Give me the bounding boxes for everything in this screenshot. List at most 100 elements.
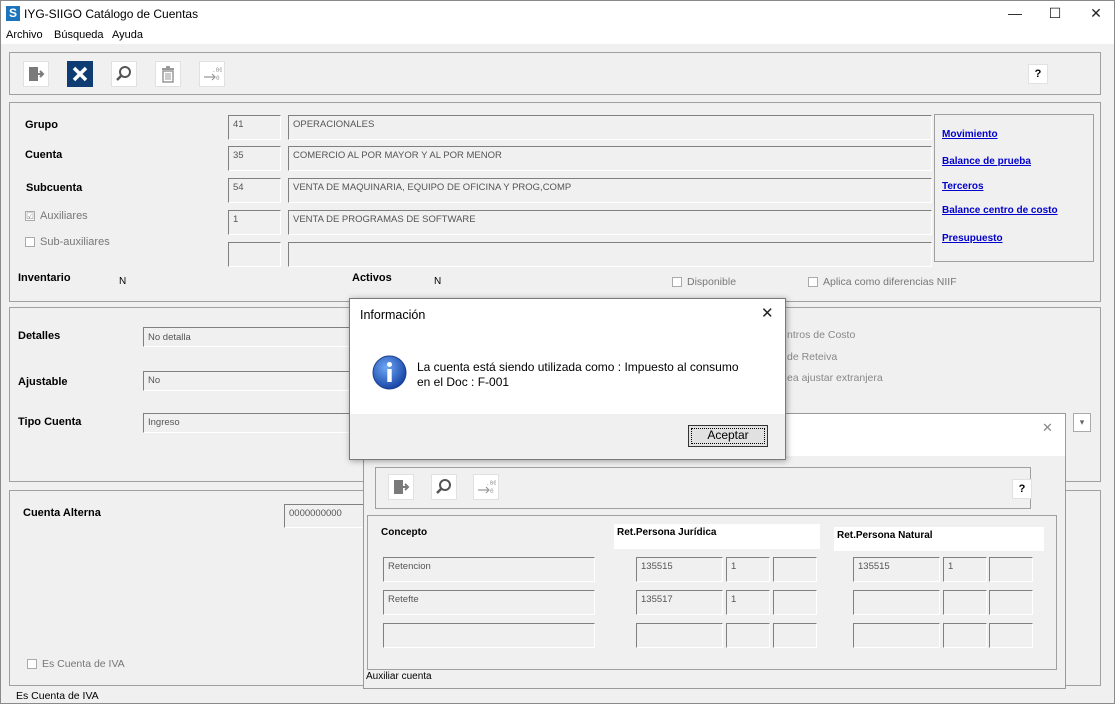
- jur-cuenta-field[interactable]: 135517: [636, 590, 723, 615]
- concepto-field[interactable]: [383, 623, 595, 648]
- menu-busqueda[interactable]: Búsqueda: [54, 29, 104, 41]
- nat-aux-field[interactable]: [943, 623, 987, 648]
- concepto-field[interactable]: Retefte: [383, 590, 595, 615]
- minimize-button[interactable]: —: [997, 1, 1033, 26]
- subaux-code-field[interactable]: [228, 242, 281, 267]
- exit-button[interactable]: [23, 61, 49, 87]
- main-window: S IYG-SIIGO Catálogo de Cuentas — ☐ ✕ Ar…: [0, 0, 1115, 704]
- transfer-button[interactable]: .00 0: [199, 61, 225, 87]
- concepto-field[interactable]: Retencion: [383, 557, 595, 582]
- subcuenta-name-field[interactable]: VENTA DE MAQUINARIA, EQUIPO DE OFICINA Y…: [288, 178, 932, 203]
- cuenta-code-field[interactable]: 35: [228, 146, 281, 171]
- presupuesto-link[interactable]: Presupuesto: [942, 233, 1003, 244]
- delete-button[interactable]: [155, 61, 181, 87]
- sub-exit-button[interactable]: [388, 474, 414, 500]
- x-icon: [72, 66, 88, 82]
- cuenta-label: Cuenta: [25, 149, 63, 161]
- auxiliar-name-field[interactable]: VENTA DE PROGRAMAS DE SOFTWARE: [288, 210, 932, 235]
- trash-icon: [162, 66, 174, 83]
- search-icon: [116, 66, 131, 81]
- jur-sub-field[interactable]: [773, 590, 817, 615]
- menu-bar: Archivo Búsqueda Ayuda: [1, 26, 1114, 44]
- nat-aux-field[interactable]: [943, 590, 987, 615]
- menu-ayuda[interactable]: Ayuda: [112, 29, 143, 41]
- jur-aux-field[interactable]: 1: [726, 590, 770, 615]
- centros-costo-option[interactable]: ntros de Costo: [787, 329, 855, 341]
- reteiva-option[interactable]: de Reteiva: [787, 351, 837, 363]
- grupo-code-field[interactable]: 41: [228, 115, 281, 140]
- subwindow-toolbar: .00 0 ?: [375, 467, 1032, 509]
- svg-text:0: 0: [490, 488, 494, 495]
- menu-archivo[interactable]: Archivo: [6, 29, 43, 41]
- ajustar-extranjera-option[interactable]: ea ajustar extranjera: [787, 372, 883, 384]
- close-window-button[interactable]: ✕: [1078, 1, 1114, 26]
- grupo-name-field[interactable]: OPERACIONALES: [288, 115, 932, 140]
- inventario-label: Inventario: [18, 272, 71, 284]
- maximize-button[interactable]: ☐: [1037, 1, 1073, 26]
- dialog-title: Información: [360, 308, 426, 322]
- cancel-button[interactable]: [67, 61, 93, 87]
- activos-value: N: [434, 276, 442, 287]
- sub-transfer-button[interactable]: .00 0: [473, 474, 499, 500]
- jur-cuenta-field[interactable]: [636, 623, 723, 648]
- nat-sub-field[interactable]: [989, 623, 1033, 648]
- auxiliares-checkbox[interactable]: ☑: [25, 211, 35, 221]
- niif-checkbox[interactable]: [808, 277, 818, 287]
- auxiliares-label: Auxiliares: [40, 210, 88, 222]
- inventario-value: N: [119, 276, 127, 287]
- subaux-checkbox[interactable]: [25, 237, 35, 247]
- jur-sub-field[interactable]: [773, 557, 817, 582]
- nat-sub-field[interactable]: [989, 590, 1033, 615]
- main-toolbar: .00 0 ?: [9, 52, 1101, 95]
- window-title: IYG-SIIGO Catálogo de Cuentas: [24, 7, 199, 21]
- disponible-label: Disponible: [687, 276, 737, 288]
- subaux-label: Sub-auxiliares: [40, 236, 110, 248]
- detalles-field[interactable]: No detalla: [143, 327, 353, 347]
- terceros-link[interactable]: Terceros: [942, 181, 984, 192]
- niif-label: Aplica como diferencias NIIF: [823, 276, 957, 288]
- subcuenta-code-field[interactable]: 54: [228, 178, 281, 203]
- info-icon: [372, 355, 407, 393]
- svg-text:.00: .00: [486, 480, 496, 487]
- dialog-message-line2: en el Doc : F-001: [417, 375, 510, 389]
- jur-sub-field[interactable]: [773, 623, 817, 648]
- subwindow-close-button[interactable]: ✕: [1042, 420, 1053, 436]
- sub-search-button[interactable]: [431, 474, 457, 500]
- search-icon: [436, 479, 451, 494]
- nat-cuenta-field[interactable]: [853, 590, 940, 615]
- detalles-label: Detalles: [18, 330, 61, 342]
- nat-cuenta-field[interactable]: 135515: [853, 557, 940, 582]
- cuenta-alterna-label: Cuenta Alterna: [23, 507, 101, 519]
- app-logo-icon: S: [6, 6, 20, 21]
- sub-help-button[interactable]: ?: [1012, 479, 1032, 499]
- nat-sub-field[interactable]: [989, 557, 1033, 582]
- movimiento-link[interactable]: Movimiento: [942, 129, 998, 140]
- jur-cuenta-field[interactable]: 135515: [636, 557, 723, 582]
- nat-aux-field[interactable]: 1: [943, 557, 987, 582]
- dialog-close-button[interactable]: ✕: [761, 304, 774, 322]
- balance-prueba-link[interactable]: Balance de prueba: [942, 156, 1031, 167]
- ajustable-field[interactable]: No: [143, 371, 353, 391]
- aceptar-button[interactable]: Aceptar: [688, 425, 768, 447]
- tipo-cuenta-label: Tipo Cuenta: [18, 416, 82, 428]
- auxiliar-code-field[interactable]: 1: [228, 210, 281, 235]
- activos-label: Activos: [352, 272, 392, 284]
- iva-checkbox[interactable]: [27, 659, 37, 669]
- grupo-label: Grupo: [25, 119, 58, 131]
- nat-cuenta-field[interactable]: [853, 623, 940, 648]
- status-bar-text: Es Cuenta de IVA: [16, 690, 99, 702]
- svg-text:0: 0: [216, 75, 220, 82]
- cuenta-name-field[interactable]: COMERCIO AL POR MAYOR Y AL POR MENOR: [288, 146, 932, 171]
- cuenta-alterna-field[interactable]: 0000000000: [284, 504, 364, 528]
- help-button[interactable]: ?: [1028, 64, 1048, 84]
- subaux-name-field[interactable]: [288, 242, 932, 267]
- dropdown-button[interactable]: ▾: [1073, 413, 1091, 432]
- jur-aux-field[interactable]: 1: [726, 557, 770, 582]
- subcuenta-label: Subcuenta: [26, 182, 83, 194]
- tipo-cuenta-field[interactable]: Ingreso: [143, 413, 353, 433]
- jur-aux-field[interactable]: [726, 623, 770, 648]
- search-button[interactable]: [111, 61, 137, 87]
- disponible-checkbox[interactable]: [672, 277, 682, 287]
- dialog-message-line1: La cuenta está siendo utilizada como : I…: [417, 360, 739, 374]
- balance-centro-costo-link[interactable]: Balance centro de costo: [942, 205, 1058, 216]
